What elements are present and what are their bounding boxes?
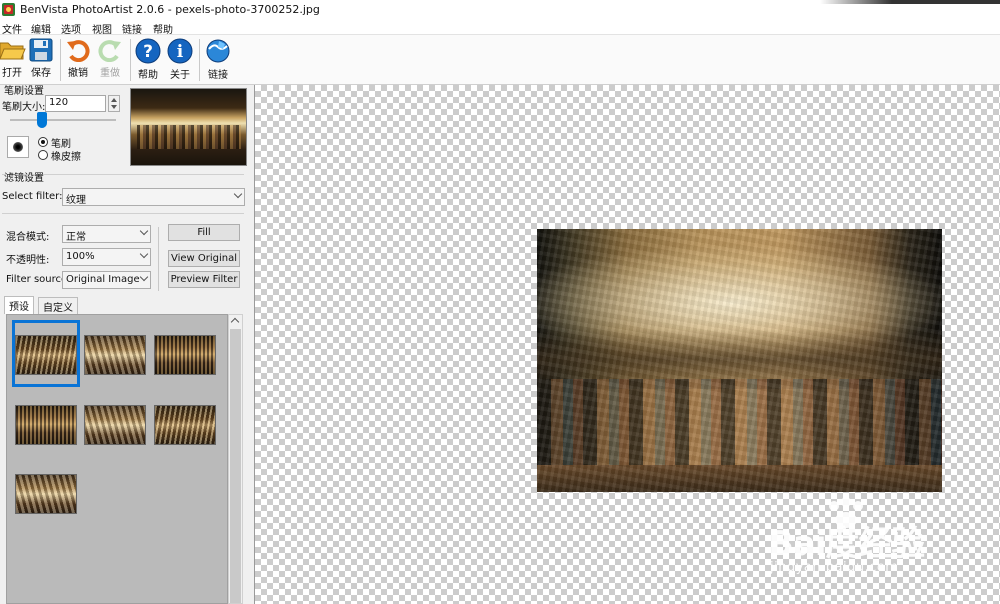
blend-mode-value: 正常 [66,232,86,243]
toolbar-separator [130,39,131,81]
preset-thumbnail[interactable] [84,405,146,445]
menu-options[interactable]: 选项 [61,21,81,36]
help-icon: ? [135,38,161,64]
info-icon: i [167,38,193,64]
preview-filter-button[interactable]: Preview Filter [168,271,240,288]
toolbar-separator [60,39,61,81]
brush-mode-radio[interactable] [38,137,48,147]
undo-label: 撤销 [68,68,88,79]
texture-overlay [537,229,942,492]
folder-open-icon [0,42,26,60]
menu-bar: 文件 编辑 选项 视图 链接 帮助 [0,20,1000,36]
preset-thumbnail[interactable] [15,405,77,445]
menu-link[interactable]: 链接 [122,21,142,36]
menu-help[interactable]: 帮助 [153,21,173,36]
link-button[interactable]: 链接 [202,38,234,82]
help-label: 帮助 [138,70,158,81]
image-thumbnail [130,88,247,166]
scrollbar-thumb[interactable] [230,329,241,603]
open-label: 打开 [2,68,22,79]
filter-source-dropdown[interactable]: Original Image [62,271,151,289]
title-bar: BenVista PhotoArtist 2.0.6 - pexels-phot… [0,0,1000,20]
chevron-down-icon [139,226,149,236]
help-button[interactable]: ? 帮助 [132,38,164,82]
svg-text:?: ? [143,42,153,62]
filter-source-label: Filter source: [6,274,71,285]
toolbar: 打开 保存 撤销 重做 ? 帮助 i 关于 链接 [0,35,1000,85]
spin-down-icon[interactable] [111,105,117,109]
opacity-label: 不透明性: [6,255,50,266]
opacity-value: 100% [66,251,95,262]
app-icon [2,3,15,16]
about-button[interactable]: i 关于 [164,38,196,82]
undo-button[interactable]: 撤销 [62,38,94,82]
blend-mode-dropdown[interactable]: 正常 [62,225,151,243]
window-title: BenVista PhotoArtist 2.0.6 - pexels-phot… [20,3,320,16]
chevron-down-icon [139,272,149,282]
tab-custom[interactable]: 自定义 [38,297,78,314]
select-filter-label: Select filter: [2,191,63,202]
menu-file[interactable]: 文件 [2,21,22,36]
svg-text:i: i [177,42,184,62]
select-filter-dropdown[interactable]: 纹理 [62,188,245,206]
settings-panel: 笔刷设置 笔刷大小: 120 笔刷 橡皮擦 滤镜设置 Select filter… [0,85,252,604]
select-filter-value: 纹理 [66,195,86,206]
save-label: 保存 [31,68,51,79]
brush-size-label: 笔刷大小: [2,102,46,113]
toolbar-separator [199,39,200,81]
title-bar-edge [820,0,1000,4]
brush-shape-preview [7,136,29,158]
tab-presets[interactable]: 预设 [4,296,34,314]
brush-size-slider[interactable] [10,119,116,121]
fill-button[interactable]: Fill [168,224,240,241]
divider [2,213,244,214]
brush-size-spinner[interactable] [108,95,120,112]
preset-thumbnail[interactable] [154,405,216,445]
filter-settings-title: 滤镜设置 [4,173,44,184]
globe-link-icon [206,39,230,63]
redo-label: 重做 [100,68,120,79]
scroll-up-icon[interactable] [230,317,240,327]
preset-thumbnail[interactable] [84,335,146,375]
brush-settings-title: 笔刷设置 [4,86,44,97]
preset-selection-highlight [12,320,80,387]
brush-size-input[interactable]: 120 [45,95,106,112]
spin-up-icon[interactable] [111,98,117,102]
brush-size-slider-thumb[interactable] [37,112,47,128]
about-label: 关于 [170,70,190,81]
chevron-down-icon [139,249,149,259]
preset-thumbnail[interactable] [154,335,216,375]
open-button[interactable]: 打开 [0,38,28,82]
link-label: 链接 [208,70,228,81]
opacity-dropdown[interactable]: 100% [62,248,151,266]
eraser-mode-label: 橡皮擦 [51,152,81,163]
blend-mode-label: 混合模式: [6,232,50,243]
view-original-button[interactable]: View Original [168,250,240,267]
menu-edit[interactable]: 编辑 [31,21,51,36]
filtered-photo[interactable] [537,229,942,492]
redo-button[interactable]: 重做 [94,38,126,82]
preset-scrollbar[interactable] [228,314,243,604]
filter-source-value: Original Image [66,274,140,285]
floppy-disk-icon [29,38,53,62]
redo-icon [98,40,121,62]
undo-icon [67,40,90,62]
vertical-divider [158,227,159,291]
eraser-mode-radio[interactable] [38,150,48,160]
preset-thumbnail[interactable] [15,474,77,514]
baidu-watermark: Bai度经验 jingyan.baidu.com [768,498,988,588]
watermark-url: jingyan.baidu.com [770,560,899,575]
menu-view[interactable]: 视图 [92,21,112,36]
preset-list [6,314,228,604]
chevron-down-icon [233,189,243,199]
save-button[interactable]: 保存 [25,38,57,82]
watermark-brand: Bai度经验 [768,524,926,564]
